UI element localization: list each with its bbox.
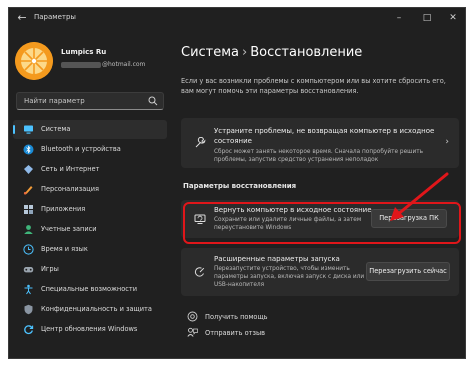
back-arrow-icon[interactable]: ←: [15, 11, 29, 25]
feedback-icon: [187, 327, 198, 337]
sidebar-item-label: Система: [41, 125, 71, 133]
avatar[interactable]: [15, 42, 53, 80]
sidebar-item-label: Специальные возможности: [41, 285, 138, 293]
advanced-startup-sub-line3: USB-накопителя: [214, 282, 265, 288]
send-feedback-link[interactable]: Отправить отзыв: [205, 329, 265, 337]
sidebar-item-accessibility[interactable]: Специальные возможности: [13, 280, 167, 299]
user-email-domain: @hotmail.com: [102, 61, 146, 68]
advanced-startup-title: Расширенные параметры запуска: [214, 255, 340, 263]
system-icon: [24, 125, 33, 134]
get-help-link[interactable]: Получить помощь: [205, 313, 268, 321]
settings-window: ← Параметры – □ ✕ Lumpics Ru @hotmail.co…: [8, 7, 466, 359]
privacy-shield-icon: [24, 304, 33, 315]
advanced-startup-icon: [194, 267, 205, 277]
sidebar-item-time-language[interactable]: Время и язык: [13, 240, 167, 259]
sidebar: Lumpics Ru @hotmail.com Найти параметр С…: [9, 28, 171, 358]
sidebar-item-label: Конфиденциальность и защита: [41, 305, 152, 313]
user-name: Lumpics Ru: [61, 48, 107, 56]
red-arrow-icon: [390, 172, 449, 221]
sidebar-item-label: Bluetooth и устройства: [41, 145, 121, 153]
accessibility-icon: [24, 284, 33, 295]
advanced-startup-card: Расширенные параметры запуска Перезапуст…: [181, 248, 459, 296]
sidebar-item-label: Время и язык: [41, 245, 88, 253]
sidebar-item-label: Сеть и Интернет: [41, 165, 100, 173]
advanced-startup-sub-line2: параметры запуска, включая запуск с диск…: [214, 274, 365, 280]
bluetooth-icon: [23, 144, 34, 155]
minimize-button[interactable]: –: [387, 10, 411, 26]
sidebar-item-system[interactable]: Система: [13, 120, 167, 139]
windows-update-icon: [24, 325, 34, 335]
sidebar-nav: Система Bluetooth и устройства Сеть и Ин…: [13, 120, 167, 340]
sidebar-item-network[interactable]: Сеть и Интернет: [13, 160, 167, 179]
sidebar-item-privacy[interactable]: Конфиденциальность и защита: [13, 300, 167, 319]
sidebar-item-label: Персонализация: [41, 185, 99, 193]
time-language-icon: [23, 244, 34, 255]
orange-slice-icon: [15, 42, 53, 80]
search-input[interactable]: Найти параметр: [24, 97, 85, 105]
sidebar-item-gaming[interactable]: Игры: [13, 260, 167, 279]
advanced-startup-sub-line1: Перезапустите устройство, чтобы изменить: [214, 266, 350, 272]
sidebar-item-personalization[interactable]: Персонализация: [13, 180, 167, 199]
close-button[interactable]: ✕: [441, 10, 465, 26]
sidebar-item-label: Приложения: [41, 205, 86, 213]
network-icon: [24, 165, 33, 174]
title-bar: ← Параметры – □ ✕: [9, 8, 465, 28]
gaming-icon: [23, 267, 34, 273]
search-icon[interactable]: [148, 96, 158, 106]
sidebar-item-label: Центр обновления Windows: [41, 325, 138, 333]
maximize-button[interactable]: □: [415, 10, 439, 26]
window-title: Параметры: [34, 13, 76, 21]
sidebar-item-label: Игры: [41, 265, 59, 273]
user-email: @hotmail.com: [61, 61, 145, 68]
search-box[interactable]: Найти параметр: [16, 92, 164, 110]
help-icon: [187, 311, 198, 322]
sidebar-item-windows-update[interactable]: Центр обновления Windows: [13, 320, 167, 339]
sidebar-item-accounts[interactable]: Учетные записи: [13, 220, 167, 239]
personalization-icon: [23, 186, 33, 195]
blurred-email-prefix: [61, 61, 101, 68]
sidebar-item-bluetooth[interactable]: Bluetooth и устройства: [13, 140, 167, 159]
apps-icon: [24, 205, 33, 214]
sidebar-item-apps[interactable]: Приложения: [13, 200, 167, 219]
sidebar-item-label: Учетные записи: [41, 225, 97, 233]
accounts-icon: [24, 225, 33, 234]
restart-now-button[interactable]: Перезагрузить сейчас: [366, 262, 450, 281]
main-content: Система › Восстановление Если у вас возник…: [171, 28, 465, 358]
